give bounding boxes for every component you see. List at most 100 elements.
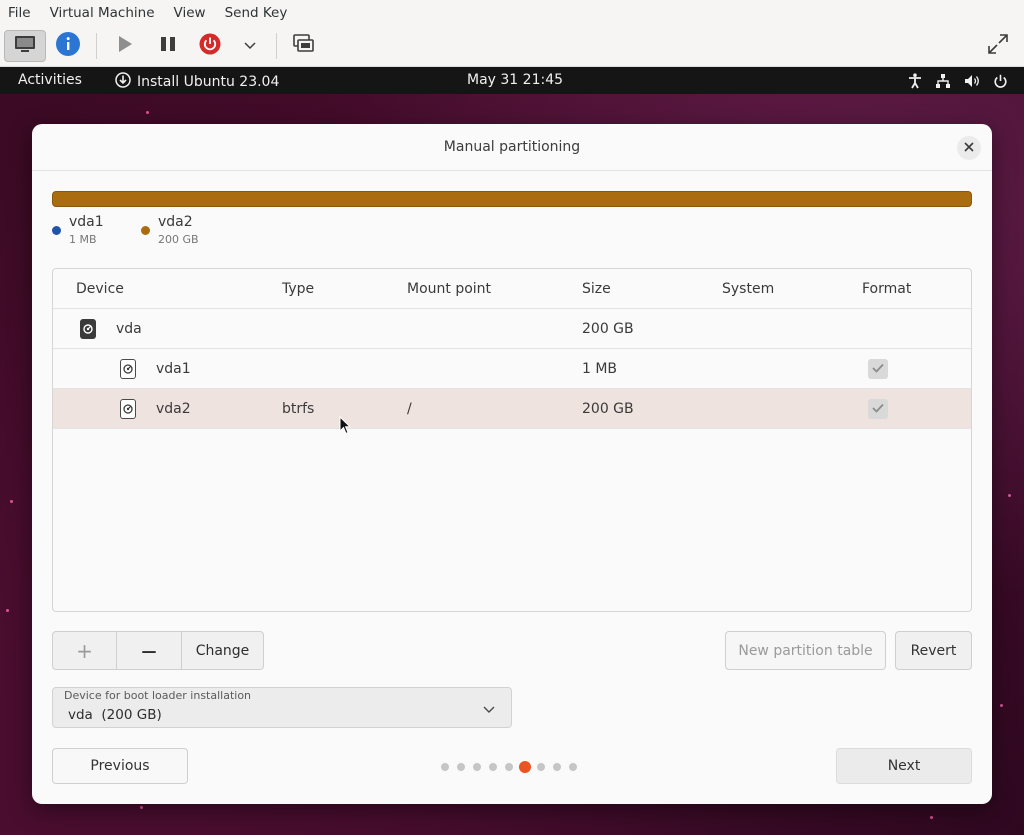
toolbar-separator <box>96 33 97 59</box>
wallpaper-star <box>6 609 9 612</box>
disk-usage-bar <box>52 191 972 207</box>
power-icon <box>199 33 221 59</box>
legend-name: vda2 <box>158 214 193 230</box>
row-type: btrfs <box>282 401 315 417</box>
wallpaper-star <box>1000 704 1003 707</box>
disk-icon <box>80 319 96 339</box>
shutdown-menu-button[interactable] <box>240 30 260 62</box>
page-dot <box>505 763 513 771</box>
network-icon[interactable] <box>935 73 951 89</box>
legend-size: 200 GB <box>158 233 199 246</box>
format-checkbox[interactable] <box>868 399 888 419</box>
legend-item-vda1: vda1 1 MB <box>52 214 104 246</box>
wallpaper-star <box>10 500 13 503</box>
boot-loader-value: vda (200 GB) <box>68 707 162 723</box>
change-partition-button[interactable]: Change <box>182 632 263 669</box>
boot-loader-select[interactable]: Device for boot loader installation vda … <box>52 687 512 728</box>
info-button[interactable] <box>54 30 82 62</box>
app-name: Install Ubuntu 23.04 <box>137 74 280 90</box>
previous-button[interactable]: Previous <box>52 748 188 784</box>
row-mount-point: / <box>407 401 412 417</box>
wallpaper-star <box>146 111 149 114</box>
remove-partition-button[interactable]: — <box>117 632 182 669</box>
header-size[interactable]: Size <box>582 281 611 297</box>
screenshot-icon <box>293 34 315 58</box>
info-icon <box>55 31 81 61</box>
accessibility-icon[interactable] <box>908 73 922 89</box>
legend-item-vda2: vda2 200 GB <box>141 214 199 246</box>
menu-view[interactable]: View <box>174 5 206 21</box>
header-format[interactable]: Format <box>862 281 911 297</box>
table-row[interactable]: vda 200 GB <box>53 309 971 349</box>
pause-icon <box>160 36 176 56</box>
host-menubar: File Virtual Machine View Send Key <box>0 0 1024 25</box>
row-size: 200 GB <box>582 321 634 337</box>
table-row-selected[interactable]: vda2 btrfs / 200 GB <box>53 389 971 429</box>
display-button[interactable] <box>4 30 46 62</box>
wallpaper-star <box>140 806 143 809</box>
page-dot <box>537 763 545 771</box>
volume-icon[interactable] <box>964 73 980 89</box>
activities-button[interactable]: Activities <box>18 72 82 88</box>
new-partition-table-button[interactable]: New partition table <box>725 631 886 670</box>
page-dot-current <box>519 761 531 773</box>
page-dot <box>553 763 561 771</box>
add-partition-button[interactable]: + <box>53 632 117 669</box>
page-dot <box>457 763 465 771</box>
header-type[interactable]: Type <box>282 281 314 297</box>
clock[interactable]: May 31 21:45 <box>467 72 563 88</box>
system-tray[interactable] <box>895 73 1008 89</box>
toolbar-separator <box>276 33 277 59</box>
partition-icon <box>120 359 136 379</box>
chevron-down-icon <box>483 703 495 718</box>
check-icon <box>872 362 884 377</box>
wallpaper-star <box>930 816 933 819</box>
close-icon <box>964 141 974 156</box>
fullscreen-icon <box>987 33 1009 59</box>
page-dot <box>441 763 449 771</box>
row-size: 200 GB <box>582 401 634 417</box>
partition-icon <box>120 399 136 419</box>
header-mount-point[interactable]: Mount point <box>407 281 491 297</box>
power-icon[interactable] <box>993 74 1008 89</box>
install-icon <box>115 72 137 92</box>
legend-dot <box>141 226 150 235</box>
partition-actions: + — Change <box>52 631 264 670</box>
legend-size: 1 MB <box>69 233 97 246</box>
row-device: vda2 <box>156 401 191 417</box>
manual-partitioning-dialog: Manual partitioning vda1 1 MB vda2 200 G… <box>32 124 992 804</box>
shutdown-button[interactable] <box>196 30 224 62</box>
row-device: vda <box>116 321 142 337</box>
header-device[interactable]: Device <box>76 281 124 297</box>
snapshot-button[interactable] <box>291 30 317 62</box>
dialog-header: Manual partitioning <box>32 124 992 171</box>
mouse-cursor <box>339 415 352 439</box>
play-icon <box>116 35 134 57</box>
row-device: vda1 <box>156 361 191 377</box>
chevron-down-icon <box>244 39 256 54</box>
header-system[interactable]: System <box>722 281 774 297</box>
next-button[interactable]: Next <box>836 748 972 784</box>
guest-top-bar: Activities Install Ubuntu 23.04 May 31 2… <box>0 67 1024 94</box>
menu-send-key[interactable]: Send Key <box>225 5 288 21</box>
app-menu[interactable]: Install Ubuntu 23.04 <box>115 72 279 92</box>
fullscreen-button[interactable] <box>985 30 1011 62</box>
page-dot <box>489 763 497 771</box>
revert-button[interactable]: Revert <box>895 631 972 670</box>
boot-loader-label: Device for boot loader installation <box>64 689 252 702</box>
host-toolbar <box>0 25 1024 67</box>
display-icon <box>14 35 36 57</box>
table-header: Device Type Mount point Size System Form… <box>53 269 971 309</box>
run-button[interactable] <box>112 30 138 62</box>
pause-button[interactable] <box>155 30 181 62</box>
menu-virtual-machine[interactable]: Virtual Machine <box>50 5 155 21</box>
partition-table: Device Type Mount point Size System Form… <box>52 268 972 612</box>
legend-name: vda1 <box>69 214 104 230</box>
menu-file[interactable]: File <box>8 5 31 21</box>
close-button[interactable] <box>957 136 981 160</box>
wallpaper-star <box>1008 494 1011 497</box>
format-checkbox[interactable] <box>868 359 888 379</box>
row-size: 1 MB <box>582 361 618 377</box>
table-row[interactable]: vda1 1 MB <box>53 349 971 389</box>
legend-dot <box>52 226 61 235</box>
